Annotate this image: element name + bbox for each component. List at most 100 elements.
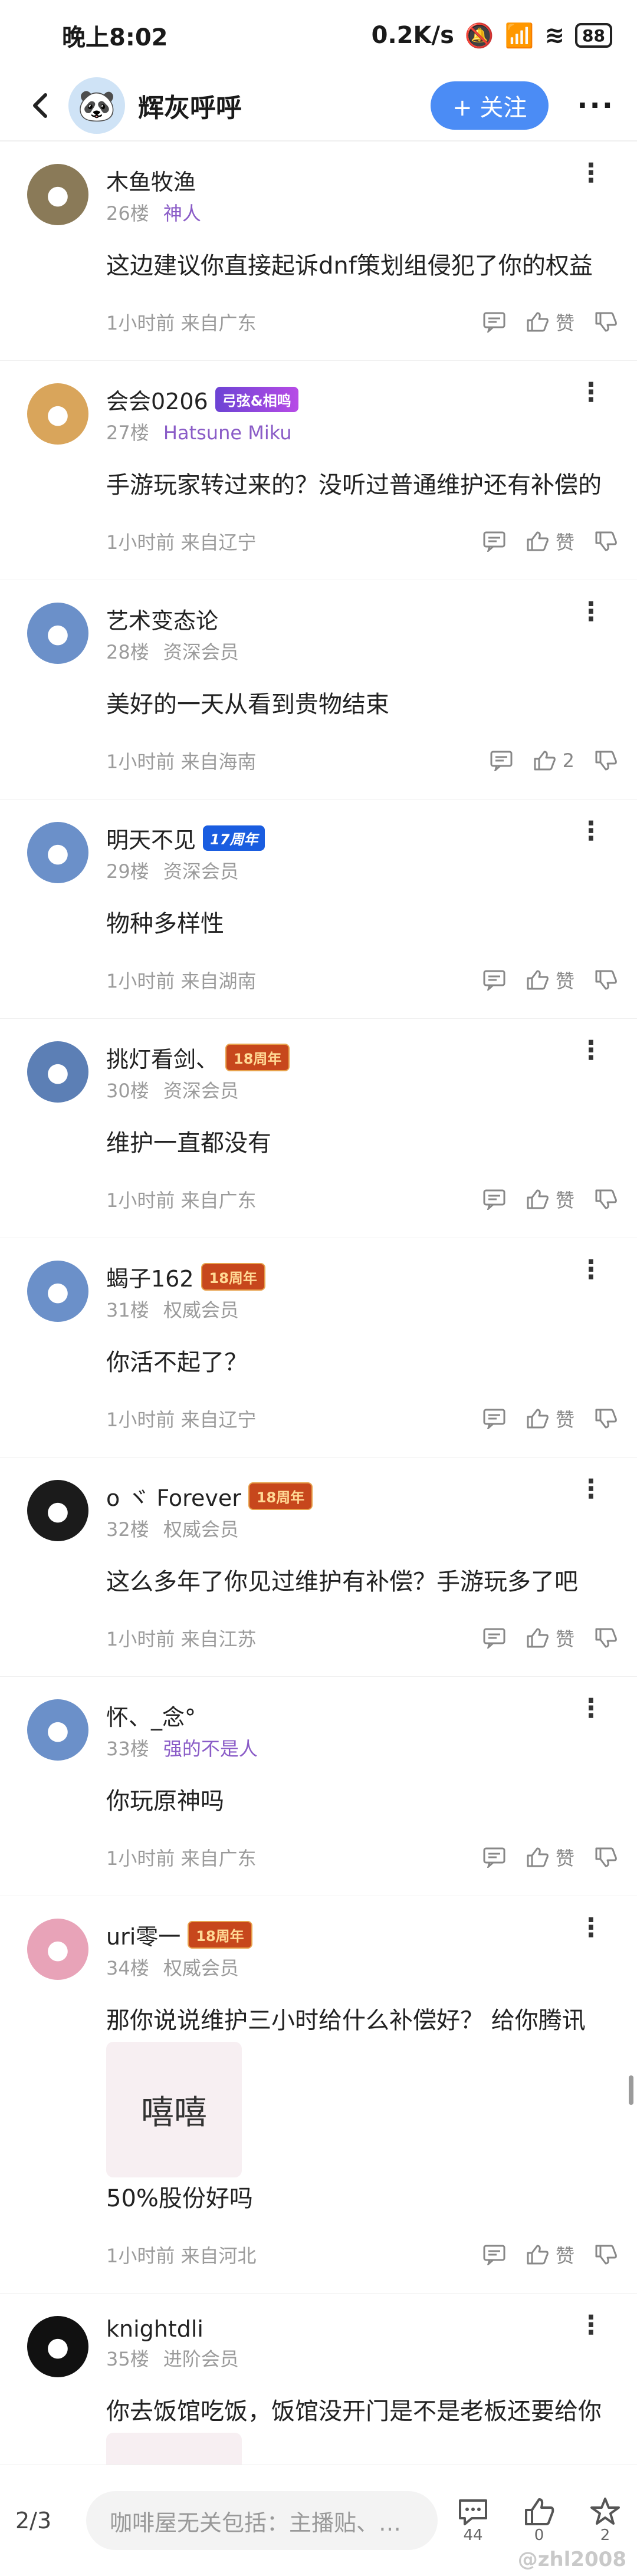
- user-avatar[interactable]: ●: [27, 1480, 88, 1541]
- username[interactable]: knightdli: [106, 2316, 203, 2342]
- reply-item[interactable]: ● ⋮ uri零一 18周年 34楼 权威会员 那你说说维护三小时给什么补偿好？…: [0, 1896, 637, 2294]
- like-button[interactable]: 0: [523, 2497, 556, 2544]
- favorite-button[interactable]: 2: [589, 2497, 622, 2544]
- more-options-icon[interactable]: ⋮: [578, 599, 604, 625]
- like-button[interactable]: 赞: [526, 966, 574, 993]
- reply-button[interactable]: [482, 531, 506, 552]
- reply-button[interactable]: [482, 1847, 506, 1868]
- follow-button[interactable]: + 关注: [431, 81, 549, 130]
- more-options-icon[interactable]: ⋮: [578, 1038, 604, 1064]
- like-count: 赞: [555, 531, 574, 554]
- user-badge: 弓弦&相鸣: [215, 387, 298, 412]
- user-avatar[interactable]: ●: [27, 1261, 88, 1322]
- like-button[interactable]: 赞: [526, 1624, 574, 1651]
- forum-title[interactable]: 辉灰呼呼: [138, 87, 431, 124]
- reply-item[interactable]: ● ⋮ o ヾ Forever 18周年 32楼 权威会员 这么多年了你见过维护…: [0, 1458, 637, 1677]
- username[interactable]: 挑灯看剑、: [106, 1041, 218, 1074]
- like-button[interactable]: 赞: [526, 1186, 574, 1213]
- user-avatar[interactable]: ●: [27, 1699, 88, 1761]
- like-count: 赞: [555, 1189, 574, 1212]
- more-options-icon[interactable]: ⋮: [578, 160, 604, 186]
- dislike-button[interactable]: [595, 1627, 618, 1649]
- reply-item[interactable]: ● ⋮ 会会0206 弓弦&相鸣 27楼 Hatsune Miku 手游玩家转过…: [0, 361, 637, 580]
- floor-number: 27楼: [106, 422, 149, 444]
- more-options-icon[interactable]: ⋮: [578, 818, 604, 844]
- post-time-location: 1小时前 来自广东: [106, 1847, 257, 1870]
- like-button[interactable]: 赞: [526, 2241, 574, 2268]
- reply-content: 手游玩家转过来的？没听过普通维护还有补偿的: [106, 472, 602, 499]
- more-options-icon[interactable]: ⋮: [578, 2312, 604, 2338]
- more-options-icon[interactable]: ⋮: [578, 1476, 604, 1502]
- dislike-button[interactable]: [595, 750, 618, 771]
- reply-input[interactable]: 咖啡屋无关包括：主播贴、…: [86, 2491, 438, 2550]
- more-options-icon[interactable]: ···: [577, 89, 615, 122]
- dislike-button[interactable]: [595, 1189, 618, 1210]
- status-bar: 晚上8:02 0.2K/s 🔕 📶 ≋ 88: [0, 0, 637, 71]
- more-options-icon[interactable]: ⋮: [578, 380, 604, 406]
- reply-item[interactable]: ● ⋮ 蝎子162 18周年 31楼 权威会员 你活不起了？ 1小时前 来自辽宁…: [0, 1238, 637, 1458]
- user-avatar[interactable]: ●: [27, 603, 88, 664]
- user-avatar[interactable]: ●: [27, 1919, 88, 1980]
- more-options-icon[interactable]: ⋮: [578, 1257, 604, 1283]
- dislike-button[interactable]: [595, 969, 618, 991]
- user-avatar[interactable]: ●: [27, 164, 88, 225]
- username[interactable]: o ヾ Forever: [106, 1480, 241, 1512]
- like-button[interactable]: 2: [533, 749, 574, 772]
- like-button[interactable]: 赞: [526, 528, 574, 555]
- wifi-icon: ≋: [544, 22, 565, 49]
- dislike-button[interactable]: [595, 311, 618, 333]
- user-avatar[interactable]: ●: [27, 822, 88, 883]
- reply-button[interactable]: [482, 1408, 506, 1429]
- reply-item[interactable]: ● ⋮ 怀、_念° 33楼 强的不是人 你玩原神吗 1小时前 来自广东 赞: [0, 1677, 637, 1896]
- user-badge: 18周年: [248, 1482, 313, 1510]
- more-options-icon[interactable]: ⋮: [578, 1915, 604, 1941]
- username[interactable]: 明天不见: [106, 822, 196, 854]
- user-level: 神人: [163, 202, 201, 225]
- reply-item[interactable]: ● ⋮ 挑灯看剑、 18周年 30楼 资深会员 维护一直都没有 1小时前 来自广…: [0, 1019, 637, 1238]
- user-badge: 18周年: [188, 1921, 252, 1949]
- comment-button[interactable]: 44: [457, 2497, 490, 2544]
- reply-button[interactable]: [482, 1189, 506, 1210]
- forum-avatar[interactable]: 🐼: [68, 77, 125, 134]
- post-time-location: 1小时前 来自辽宁: [106, 531, 257, 554]
- user-avatar[interactable]: ●: [27, 383, 88, 445]
- dislike-button[interactable]: [595, 2244, 618, 2265]
- like-button[interactable]: 赞: [526, 308, 574, 335]
- username[interactable]: uri零一: [106, 1919, 180, 1951]
- like-button[interactable]: 赞: [526, 1844, 574, 1871]
- username[interactable]: 木鱼牧渔: [106, 164, 196, 196]
- reply-item[interactable]: ● ⋮ 明天不见 17周年 29楼 资深会员 物种多样性 1小时前 来自湖南 赞: [0, 800, 637, 1019]
- like-count: 赞: [555, 970, 574, 992]
- like-count: 赞: [555, 2245, 574, 2267]
- like-count: 赞: [555, 312, 574, 334]
- user-level: 权威会员: [163, 1518, 239, 1541]
- username[interactable]: 怀、_念°: [106, 1699, 196, 1732]
- reply-content: 美好的一天从看到贵物结束: [106, 691, 389, 718]
- reply-button[interactable]: [482, 311, 506, 333]
- user-badge: 18周年: [201, 1263, 265, 1291]
- dislike-button[interactable]: [595, 1408, 618, 1429]
- username[interactable]: 艺术变态论: [106, 603, 218, 635]
- sticker-text: 嘻嘻: [141, 2093, 207, 2132]
- page-indicator[interactable]: 2/3: [15, 2508, 86, 2534]
- username[interactable]: 蝎子162: [106, 1261, 194, 1293]
- reply-button[interactable]: [482, 2244, 506, 2265]
- reply-item[interactable]: ● ⋮ 艺术变态论 28楼 资深会员 美好的一天从看到贵物结束 1小时前 来自海…: [0, 580, 637, 800]
- dislike-button[interactable]: [595, 1847, 618, 1868]
- post-time-location: 1小时前 来自河北: [106, 2245, 257, 2267]
- scrollbar[interactable]: [629, 2075, 633, 2105]
- more-options-icon[interactable]: ⋮: [578, 1696, 604, 1722]
- reply-button[interactable]: [482, 969, 506, 991]
- reply-item[interactable]: ● ⋮ 木鱼牧渔 26楼 神人 这边建议你直接起诉dnf策划组侵犯了你的权益 1…: [0, 142, 637, 361]
- reply-button[interactable]: [490, 750, 513, 771]
- user-avatar[interactable]: ●: [27, 2316, 88, 2377]
- like-count: 0: [534, 2526, 544, 2544]
- back-button[interactable]: [22, 88, 58, 123]
- dislike-button[interactable]: [595, 531, 618, 552]
- floor-number: 26楼: [106, 202, 149, 225]
- username[interactable]: 会会0206: [106, 383, 208, 416]
- user-avatar[interactable]: ●: [27, 1041, 88, 1103]
- reply-button[interactable]: [482, 1627, 506, 1649]
- like-button[interactable]: 赞: [526, 1405, 574, 1432]
- floor-number: 29楼: [106, 860, 149, 883]
